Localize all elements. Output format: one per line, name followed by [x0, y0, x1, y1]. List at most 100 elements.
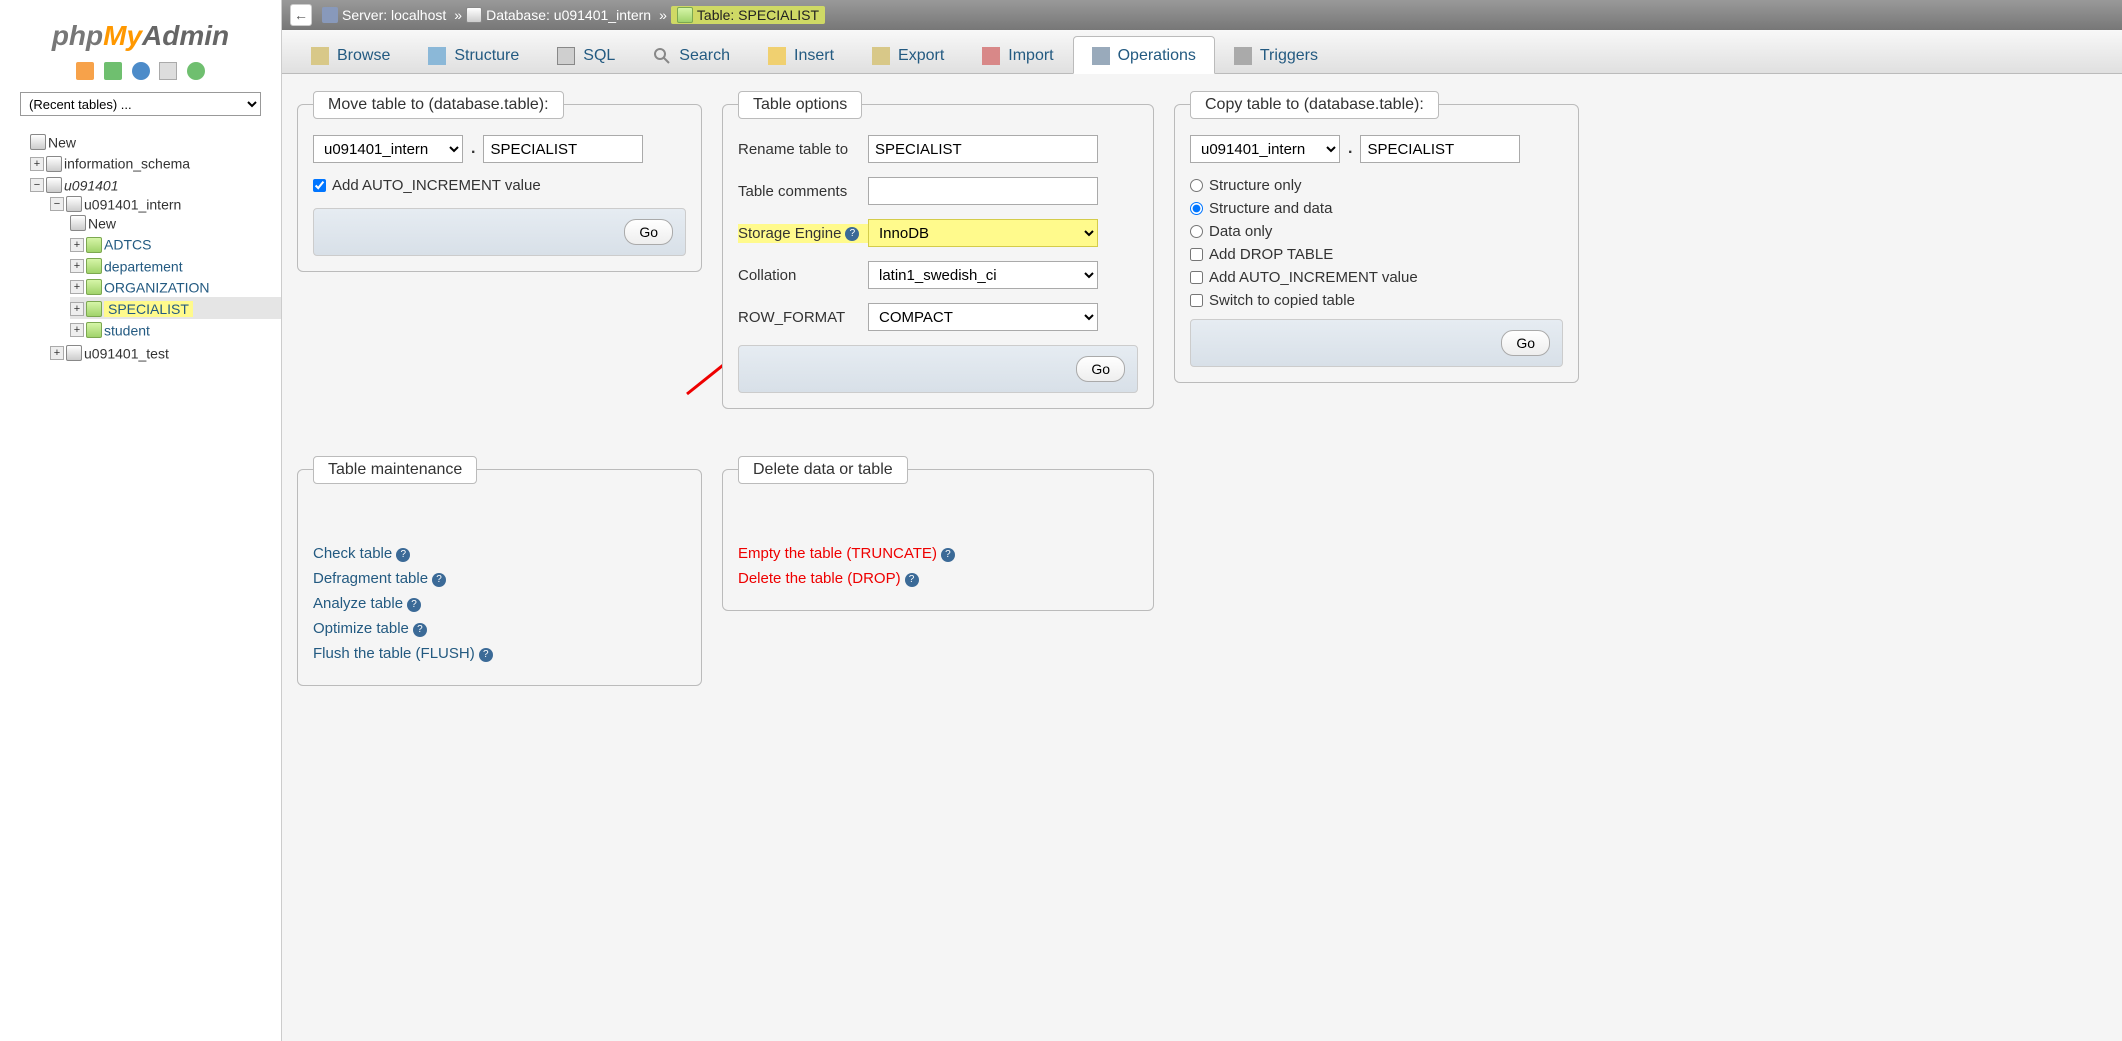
dot-separator: .	[471, 140, 475, 158]
table-icon	[86, 279, 102, 295]
copy-go-button[interactable]: Go	[1501, 330, 1550, 356]
copy-table-card: Copy table to (database.table): u091401_…	[1174, 104, 1579, 383]
tree-information-schema[interactable]: information_schema	[64, 156, 190, 172]
help-icon[interactable]: ?	[407, 598, 421, 612]
help-icon[interactable]: ?	[905, 573, 919, 587]
database-icon	[46, 177, 62, 193]
add-drop-table-checkbox[interactable]	[1190, 248, 1203, 261]
expand-toggle[interactable]: +	[30, 157, 44, 171]
tree-new-table[interactable]: New	[88, 215, 116, 231]
tab-sql[interactable]: SQL	[538, 36, 634, 73]
structure-and-data-label[interactable]: Structure and data	[1209, 200, 1332, 217]
comments-label: Table comments	[738, 183, 868, 200]
collation-select[interactable]: latin1_swedish_ci	[868, 261, 1098, 289]
switch-to-copied-checkbox[interactable]	[1190, 294, 1203, 307]
table-maintenance-card: Table maintenance Check table? Defragmen…	[297, 469, 702, 686]
tab-operations[interactable]: Operations	[1073, 36, 1215, 74]
data-only-radio[interactable]	[1190, 225, 1203, 238]
check-table-link[interactable]: Check table	[313, 545, 392, 562]
expand-toggle[interactable]: +	[70, 302, 84, 316]
expand-toggle[interactable]: +	[70, 238, 84, 252]
breadcrumb-database[interactable]: Database: u091401_intern	[466, 7, 651, 23]
database-icon	[466, 7, 482, 23]
tab-triggers[interactable]: Triggers	[1215, 36, 1337, 73]
logo[interactable]: phpMyAdmin	[0, 10, 281, 57]
tree-new[interactable]: New	[48, 134, 76, 150]
tree-u091401[interactable]: u091401	[64, 177, 119, 193]
tree-u091401-test[interactable]: u091401_test	[84, 345, 169, 361]
import-icon	[982, 47, 1000, 65]
help-icon[interactable]: ?	[479, 648, 493, 662]
options-go-button[interactable]: Go	[1076, 356, 1125, 382]
data-only-label[interactable]: Data only	[1209, 223, 1272, 240]
tree-student[interactable]: student	[104, 322, 150, 338]
move-db-select[interactable]: u091401_intern	[313, 135, 463, 163]
move-go-button[interactable]: Go	[624, 219, 673, 245]
switch-to-copied-label[interactable]: Switch to copied table	[1209, 292, 1355, 309]
tree-organization[interactable]: ORGANIZATION	[104, 279, 210, 295]
back-button[interactable]: ←	[290, 4, 312, 26]
help-icon[interactable]: ?	[396, 548, 410, 562]
flush-table-link[interactable]: Flush the table (FLUSH)	[313, 645, 475, 662]
tab-search[interactable]: Search	[634, 36, 749, 73]
breadcrumb-separator: »	[659, 7, 667, 23]
reload-icon[interactable]	[187, 62, 205, 80]
search-icon	[653, 47, 671, 65]
expand-toggle[interactable]: +	[70, 280, 84, 294]
tree-adtcs[interactable]: ADTCS	[104, 237, 151, 253]
tree-u091401-intern[interactable]: u091401_intern	[84, 196, 181, 212]
tree-specialist[interactable]: SPECIALIST	[104, 301, 193, 317]
card-title: Copy table to (database.table):	[1190, 91, 1439, 119]
rename-input[interactable]	[868, 135, 1098, 163]
logout-icon[interactable]	[104, 62, 122, 80]
help-icon[interactable]: ?	[413, 623, 427, 637]
table-icon	[70, 215, 86, 231]
database-icon	[66, 196, 82, 212]
copy-db-select[interactable]: u091401_intern	[1190, 135, 1340, 163]
copy-auto-increment-checkbox[interactable]	[1190, 271, 1203, 284]
storage-engine-select[interactable]: InnoDB	[868, 219, 1098, 247]
help-icon[interactable]: ?	[432, 573, 446, 587]
row-format-select[interactable]: COMPACT	[868, 303, 1098, 331]
tab-structure[interactable]: Structure	[409, 36, 538, 73]
insert-icon	[768, 47, 786, 65]
operations-icon	[1092, 47, 1110, 65]
structure-only-radio[interactable]	[1190, 179, 1203, 192]
tab-export[interactable]: Export	[853, 36, 963, 73]
sql-icon[interactable]	[159, 62, 177, 80]
collapse-toggle[interactable]: −	[50, 197, 64, 211]
help-icon[interactable]	[132, 62, 150, 80]
optimize-table-link[interactable]: Optimize table	[313, 620, 409, 637]
move-auto-increment-checkbox[interactable]	[313, 179, 326, 192]
expand-toggle[interactable]: +	[50, 346, 64, 360]
move-table-input[interactable]	[483, 135, 643, 163]
recent-tables-select[interactable]: (Recent tables) ...	[20, 92, 261, 116]
move-auto-increment-label[interactable]: Add AUTO_INCREMENT value	[332, 177, 541, 194]
truncate-table-link[interactable]: Empty the table (TRUNCATE)	[738, 545, 937, 562]
breadcrumb-server[interactable]: Server: localhost	[322, 7, 446, 23]
expand-toggle[interactable]: +	[70, 323, 84, 337]
help-icon[interactable]: ?	[941, 548, 955, 562]
table-icon	[86, 237, 102, 253]
structure-only-label[interactable]: Structure only	[1209, 177, 1302, 194]
expand-toggle[interactable]: +	[70, 259, 84, 273]
comments-input[interactable]	[868, 177, 1098, 205]
analyze-table-link[interactable]: Analyze table	[313, 595, 403, 612]
table-icon	[86, 258, 102, 274]
tree-departement[interactable]: departement	[104, 258, 183, 274]
tab-insert[interactable]: Insert	[749, 36, 853, 73]
tab-browse[interactable]: Browse	[292, 36, 409, 73]
add-drop-table-label[interactable]: Add DROP TABLE	[1209, 246, 1333, 263]
collapse-toggle[interactable]: −	[30, 178, 44, 192]
help-icon[interactable]: ?	[845, 227, 859, 241]
copy-table-input[interactable]	[1360, 135, 1520, 163]
structure-and-data-radio[interactable]	[1190, 202, 1203, 215]
drop-table-link[interactable]: Delete the table (DROP)	[738, 570, 901, 587]
defragment-table-link[interactable]: Defragment table	[313, 570, 428, 587]
breadcrumb-table[interactable]: Table: SPECIALIST	[671, 6, 825, 24]
copy-auto-increment-label[interactable]: Add AUTO_INCREMENT value	[1209, 269, 1418, 286]
tab-import[interactable]: Import	[963, 36, 1072, 73]
triggers-icon	[1234, 47, 1252, 65]
collation-label: Collation	[738, 267, 868, 284]
home-icon[interactable]	[76, 62, 94, 80]
